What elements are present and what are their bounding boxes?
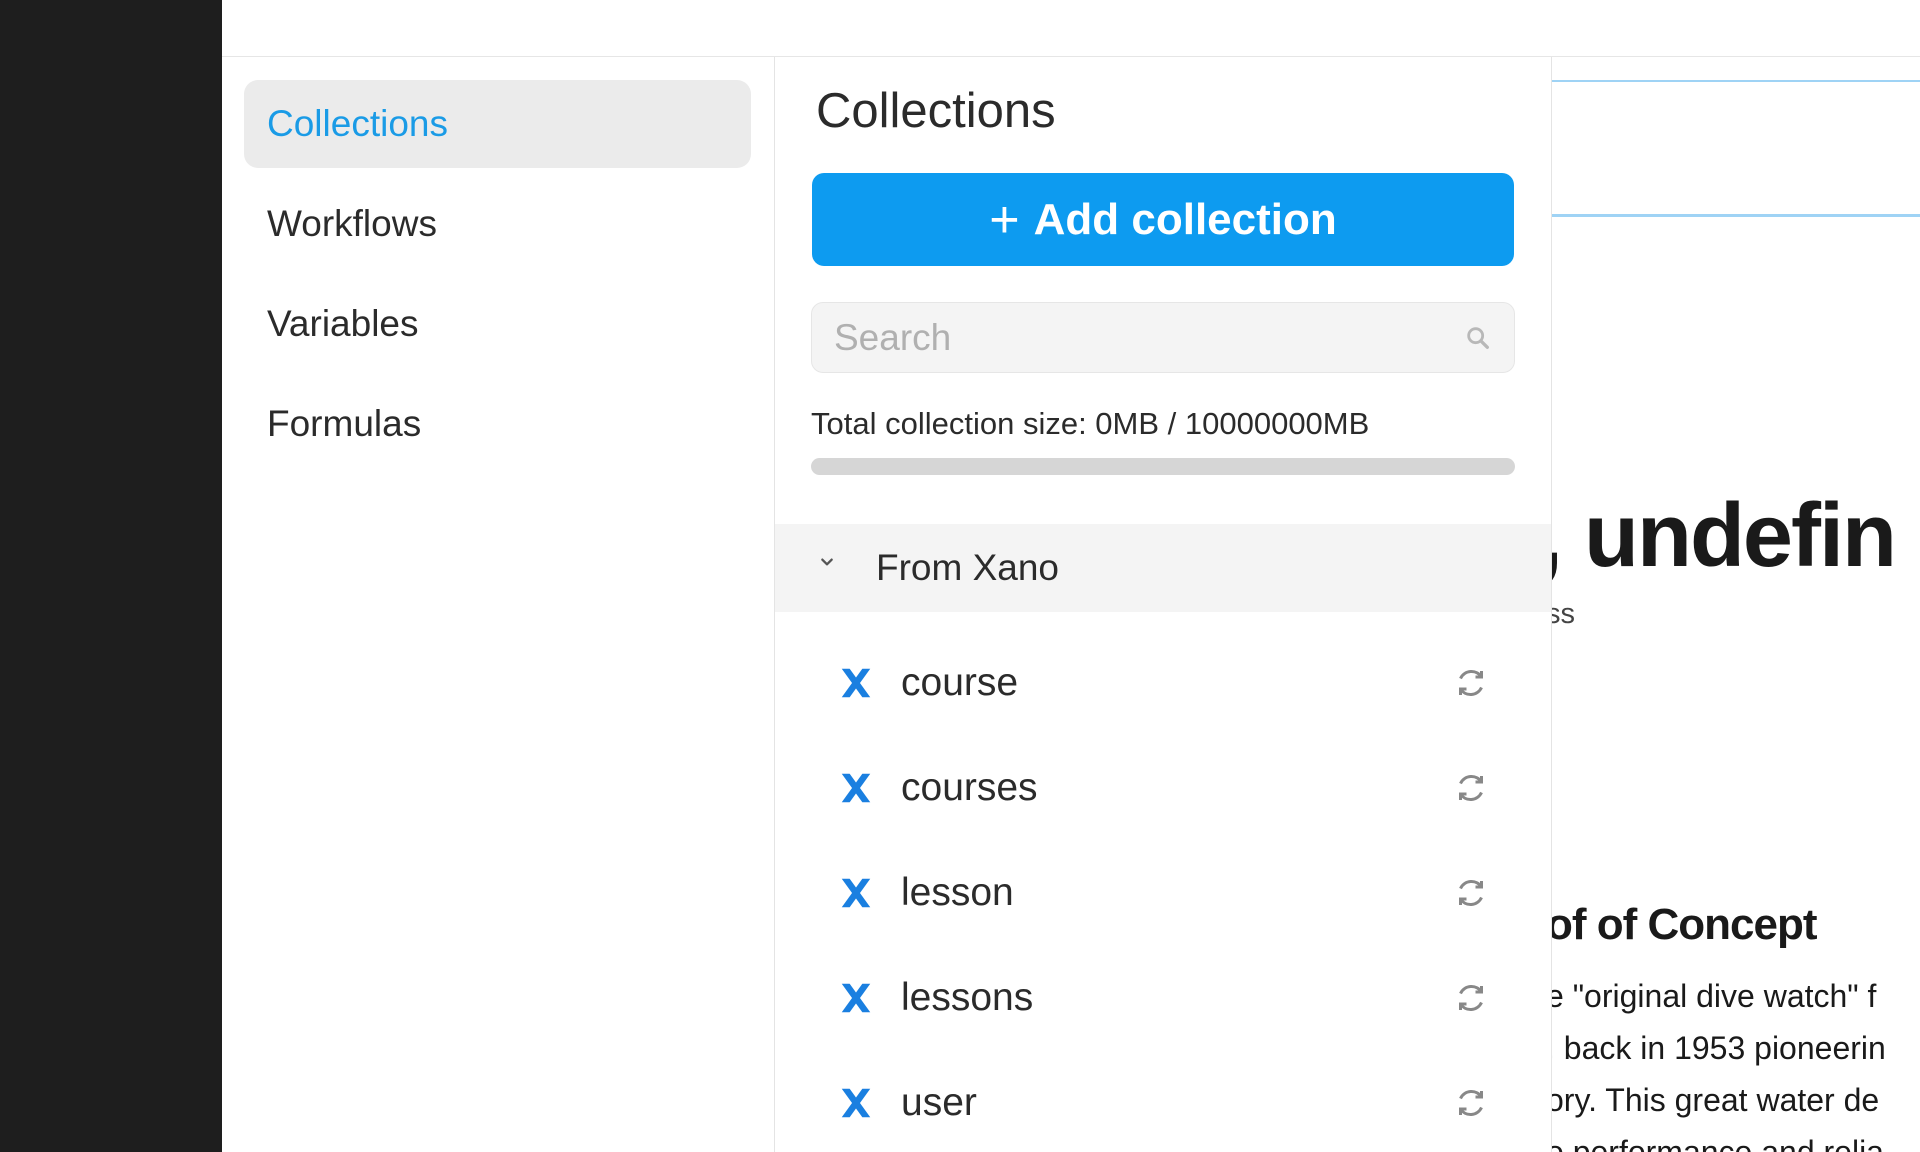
xano-logo-icon <box>841 878 871 907</box>
page-preview: , undefin ss of of Concept e "original d… <box>1551 57 1920 1152</box>
sidebar-item-label: Variables <box>267 303 419 344</box>
preview-section-heading: of of Concept <box>1551 900 1818 949</box>
search-input[interactable] <box>834 316 1464 359</box>
sync-icon[interactable] <box>1453 665 1489 701</box>
collection-item-user[interactable]: user <box>775 1050 1551 1152</box>
preview-subtext: ss <box>1552 598 1575 630</box>
left-dark-area <box>0 0 222 1152</box>
sidebar-item-formulas[interactable]: Formulas <box>244 380 751 468</box>
collection-name: user <box>901 1080 977 1124</box>
total-size-text: Total collection size: 0MB / 10000000MB <box>811 406 1370 441</box>
collection-name: courses <box>901 765 1038 809</box>
divider <box>1552 80 1920 82</box>
add-collection-label: Add collection <box>1033 194 1337 244</box>
sync-icon[interactable] <box>1453 980 1489 1016</box>
collection-item-course[interactable]: course <box>775 630 1551 735</box>
search-icon[interactable] <box>1464 324 1492 352</box>
group-label: From Xano <box>876 547 1060 588</box>
collection-name: course <box>901 660 1019 704</box>
sync-icon[interactable] <box>1453 1085 1489 1121</box>
collections-panel: Collections + Add collection Total colle… <box>775 57 1551 1152</box>
collection-item-lesson[interactable]: lesson <box>775 840 1551 945</box>
preview-paragraph-line: ory. This great water de <box>1551 1082 1880 1118</box>
xano-logo-icon <box>841 983 871 1012</box>
add-collection-button[interactable]: + Add collection <box>812 173 1514 266</box>
sidebar-item-label: Formulas <box>267 403 422 444</box>
panel-title: Collections <box>816 84 1056 138</box>
sidebar: Collections Workflows Variables Formulas <box>222 57 775 1152</box>
preview-paragraph-line: o performance and relia <box>1551 1134 1884 1152</box>
divider <box>1552 214 1920 217</box>
collection-item-lessons[interactable]: lessons <box>775 945 1551 1050</box>
preview-headline: , undefin <box>1551 486 1897 586</box>
collection-item-courses[interactable]: courses <box>775 735 1551 840</box>
sync-icon[interactable] <box>1453 770 1489 806</box>
preview-paragraph-line: e "original dive watch" f <box>1551 978 1877 1014</box>
top-bar <box>222 0 1920 57</box>
sidebar-item-label: Collections <box>267 103 448 144</box>
sidebar-item-workflows[interactable]: Workflows <box>244 180 751 268</box>
xano-logo-icon <box>841 773 871 802</box>
xano-logo-icon <box>841 1088 871 1117</box>
preview-paragraph-line: , back in 1953 pioneerin <box>1551 1030 1886 1066</box>
sidebar-item-label: Workflows <box>267 203 437 244</box>
chevron-down-icon <box>821 558 833 566</box>
sidebar-item-variables[interactable]: Variables <box>244 280 751 368</box>
sync-icon[interactable] <box>1453 875 1489 911</box>
plus-icon: + <box>989 190 1020 249</box>
xano-logo-icon <box>841 668 871 697</box>
collection-name: lessons <box>901 975 1034 1019</box>
sidebar-item-collections[interactable]: Collections <box>244 80 751 168</box>
size-progress-bar <box>811 458 1515 475</box>
search-box <box>811 302 1515 373</box>
collection-name: lesson <box>901 870 1014 914</box>
group-header-from-xano[interactable]: From Xano <box>775 524 1551 612</box>
